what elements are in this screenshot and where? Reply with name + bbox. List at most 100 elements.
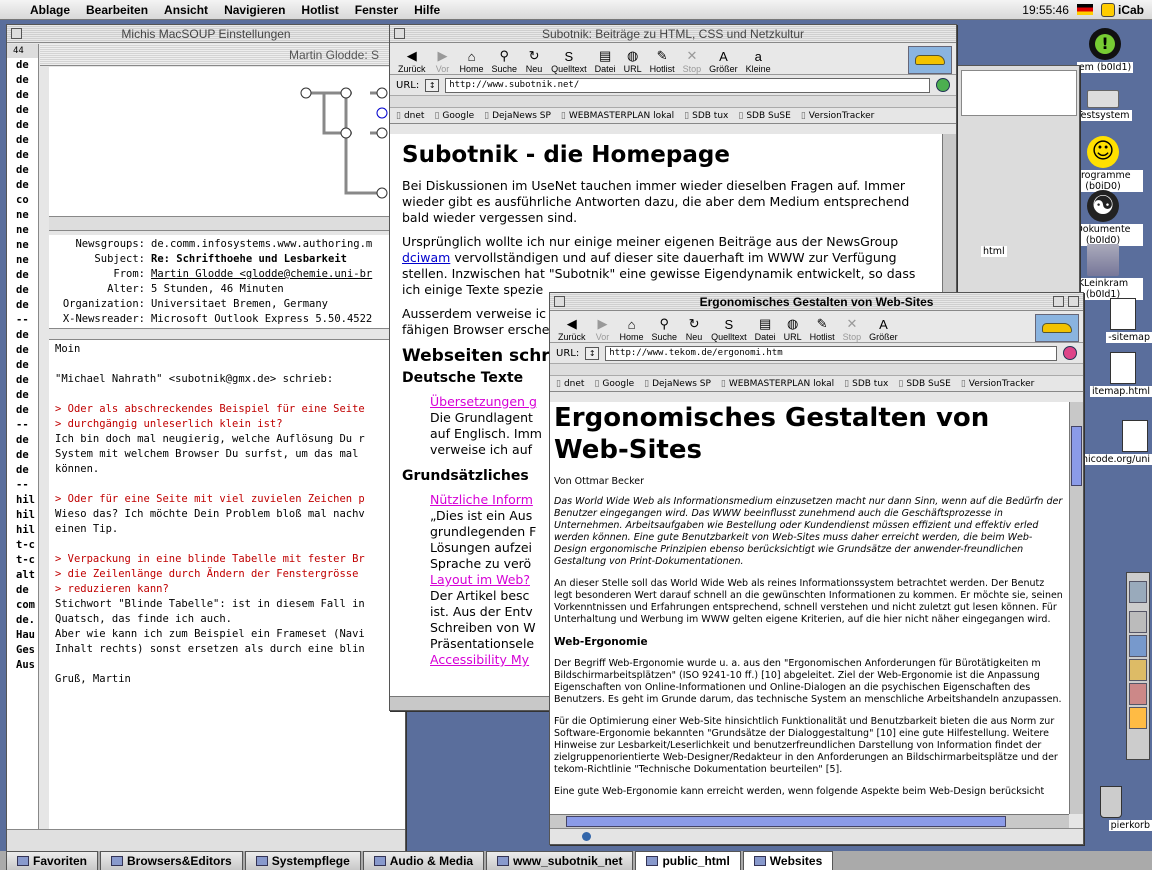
finder-tab[interactable]: www_subotnik_net [486,851,634,870]
toolbar-button-url[interactable]: ◍ URL [780,316,806,342]
newsgroup-row[interactable]: de [16,178,38,193]
nav-icon-strip[interactable] [550,364,1083,376]
newsgroup-row[interactable]: de [16,328,38,343]
newsgroup-row[interactable]: de [16,583,38,598]
scroll-thumb[interactable] [1071,426,1082,486]
newsgroup-row[interactable]: de [16,118,38,133]
macsoup-titlebar[interactable]: Michis MacSOUP Einstellungen [7,25,405,43]
vertical-scrollbar[interactable] [1069,402,1083,814]
bookmark-item[interactable]: VersionTracker [801,111,875,121]
toolbar-button-größer[interactable]: A Größer [705,48,742,75]
bookmark-item[interactable]: WEBMASTERPLAN lokal [561,111,674,121]
bookmark-item[interactable]: SDB tux [844,379,888,389]
newsgroup-row[interactable]: Ges [16,643,38,658]
newsgroup-row[interactable]: com [16,598,38,613]
bookmark-item[interactable]: dnet [396,111,424,121]
newsgroup-row[interactable]: t-c [16,538,38,553]
url-history-button[interactable]: ↕ [425,78,440,92]
macsoup-window[interactable]: Michis MacSOUP Einstellungen 44 de de de de… [6,24,406,852]
finder-tab[interactable]: Audio & Media [362,851,485,870]
toolbar-button-url[interactable]: ◍ URL [620,48,646,74]
newsgroup-row[interactable]: Hau [16,628,38,643]
newsgroup-row[interactable]: de [16,133,38,148]
bookmark-item[interactable]: DejaNews SP [484,111,551,121]
horizontal-scrollbar[interactable] [550,814,1069,828]
newsgroup-row[interactable]: ne [16,223,38,238]
menu-ablage[interactable]: Ablage [22,3,78,17]
newsgroup-row[interactable]: hil [16,508,38,523]
article-body[interactable]: Moin "Michael Nahrath" <subotnik@gmx.de> … [49,339,405,829]
newsgroup-row[interactable]: ne [16,238,38,253]
menu-ansicht[interactable]: Ansicht [156,3,216,17]
newsgroup-row[interactable]: de [16,268,38,283]
subotnik-titlebar[interactable]: Subotnik: Beiträge zu HTML, CSS und Netz… [390,25,956,43]
newsgroup-row[interactable]: -- [16,478,38,493]
newsgroup-row[interactable]: Aus [16,658,38,673]
finder-tab[interactable]: public_html [635,851,741,870]
menu-hilfe[interactable]: Hilfe [406,3,448,17]
layout-link[interactable]: Layout im Web? [430,572,550,588]
header-value[interactable]: Martin Glodde <glodde@chemie.uni-br [151,268,372,280]
splitter-bar[interactable] [49,217,405,231]
toolbar-button-größer[interactable]: A Größer [865,316,902,343]
newsgroup-row[interactable]: de [16,283,38,298]
ergonomie-browser-window[interactable]: Ergonomisches Gestalten von Web-Sites ◀ Z… [549,292,1084,845]
url-history-button[interactable]: ↕ [585,346,600,360]
menu-navigieren[interactable]: Navigieren [216,3,293,17]
newsgroup-row[interactable]: -- [16,313,38,328]
toolbar-button-hotlist[interactable]: ✎ Hotlist [646,48,679,74]
newsgroup-list[interactable]: 44 de de de de de de de de de co ne ne ne ne de de de -- d… [7,44,39,829]
bookmark-item[interactable]: Google [434,111,474,121]
newsgroup-row[interactable]: de [16,433,38,448]
toolbar-button-datei[interactable]: ▤ Datei [591,48,620,74]
toolbar-button-stop[interactable]: ✕ Stop [679,48,706,74]
toolbar-button-quelltext[interactable]: S Quelltext [707,316,751,343]
newsgroup-row[interactable]: de [16,73,38,88]
toolbar-button-quelltext[interactable]: S Quelltext [547,48,591,75]
zoom-box-icon[interactable] [1053,296,1064,307]
newsgroup-row[interactable]: t-c [16,553,38,568]
toolbar-button-neu[interactable]: ↻ Neu [681,316,707,342]
url-field[interactable]: http://www.subotnik.net/ [445,77,930,93]
newsgroup-row[interactable]: de [16,403,38,418]
menu-fenster[interactable]: Fenster [347,3,406,17]
uebersetzungen-link[interactable]: Übersetzungen g [430,394,550,410]
newsgroup-row[interactable]: hil [16,523,38,538]
go-smiley-icon[interactable] [936,78,950,92]
menu-hotlist[interactable]: Hotlist [293,3,346,17]
toolbar-button-home[interactable]: ⌂ Home [456,48,488,75]
bookmark-item[interactable]: WEBMASTERPLAN lokal [721,379,834,389]
close-box-icon[interactable] [11,28,22,39]
newsgroup-row[interactable]: de. [16,613,38,628]
toolbar-button-suche[interactable]: ⚲ Suche [648,316,682,342]
launcher-item[interactable] [1129,611,1147,633]
newsgroup-row[interactable]: de [16,148,38,163]
nav-icon-strip[interactable] [390,96,956,108]
toolbar-button-home[interactable]: ⌂ Home [616,316,648,343]
bookmark-item[interactable]: Google [594,379,634,389]
nuetzliche-link[interactable]: Nützliche Inform [430,492,550,508]
newsgroup-row[interactable]: de [16,448,38,463]
newsgroup-row[interactable]: de [16,298,38,313]
bookmark-item[interactable]: VersionTracker [961,379,1035,389]
newsgroup-row[interactable]: alt [16,568,38,583]
toolbar-button-suche[interactable]: ⚲ Suche [488,48,522,74]
collapse-box-icon[interactable] [1068,296,1079,307]
close-box-icon[interactable] [394,28,405,39]
ergonomie-page[interactable]: Ergonomisches Gestalten von Web-Sites Vo… [550,402,1069,814]
launcher-item[interactable] [1129,683,1147,705]
ergonomie-titlebar[interactable]: Ergonomisches Gestalten von Web-Sites [550,293,1083,311]
launcher-item[interactable] [1129,707,1147,729]
background-finder-window[interactable]: html [940,65,1080,295]
close-box-icon[interactable] [554,296,565,307]
bookmark-item[interactable]: SDB tux [684,111,728,121]
toolbar-button-stop[interactable]: ✕ Stop [839,316,866,342]
bookmark-item[interactable]: DejaNews SP [644,379,711,389]
newsgroup-row[interactable]: de [16,343,38,358]
url-field[interactable]: http://www.tekom.de/ergonomi.htm [605,345,1057,361]
newsgroup-row[interactable]: ne [16,253,38,268]
go-smiley-icon[interactable] [1063,346,1077,360]
newsgroup-row[interactable]: de [16,58,38,73]
thread-tree[interactable] [49,67,405,217]
newsgroup-row[interactable]: de [16,388,38,403]
